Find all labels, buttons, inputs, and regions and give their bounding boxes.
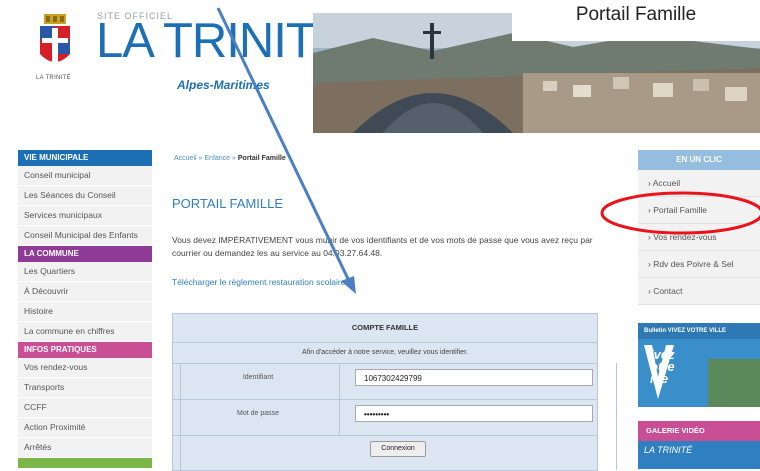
breadcrumb-separator: »: [198, 155, 203, 162]
form-border: [616, 363, 617, 470]
quicklink-rdv-poivre-sel[interactable]: › Rdv des Poivre & Sel: [638, 251, 760, 278]
menu-item-seances-conseil[interactable]: Les Séances du Conseil: [18, 186, 152, 206]
form-instruction: Afin d'accéder à notre service, veuillez…: [302, 349, 468, 356]
breadcrumb-enfance[interactable]: Enfance: [204, 155, 230, 162]
compte-famille-login-form: COMPTE FAMILLE Afin d'accéder à notre se…: [172, 313, 617, 471]
breadcrumb-current: Portail Famille: [237, 155, 286, 162]
banner-text: ivez otre ille: [650, 348, 675, 386]
portail-famille-overlay-label: Portail Famille: [512, 0, 760, 41]
breadcrumb-separator: »: [232, 155, 236, 162]
page-title: PORTAIL FAMILLE: [172, 196, 284, 211]
identifiant-input[interactable]: 1067302429799: [355, 369, 593, 386]
left-sidebar-menu: VIE MUNICIPALE Conseil municipal Les Séa…: [18, 150, 152, 468]
galerie-video-subtitle: LA TRINITÉ: [644, 445, 693, 455]
quicklink-accueil[interactable]: › Accueil: [638, 170, 760, 197]
menu-item-a-decouvrir[interactable]: À Découvrir: [18, 282, 152, 302]
quicklink-vos-rendez-vous[interactable]: › Vos rendez-vous: [638, 224, 760, 251]
menu-item-ccff[interactable]: CCFF: [18, 398, 152, 418]
menu-item-commune-chiffres[interactable]: La commune en chiffres: [18, 322, 152, 342]
menu-section-next-bar: [18, 458, 152, 468]
banner-line: ille: [650, 371, 669, 386]
form-title: COMPTE FAMILLE: [351, 323, 419, 332]
download-reglement-link[interactable]: Télécharger le règlement restauration sc…: [172, 277, 345, 287]
vivez-votre-ville-banner[interactable]: Bulletin VIVEZ VOTRE VILLE ivez otre ill…: [638, 323, 760, 407]
menu-section-infos-pratiques[interactable]: INFOS PRATIQUES: [18, 342, 152, 358]
connexion-button[interactable]: Connexion: [370, 441, 426, 457]
en-un-clic-title: EN UN CLIC: [638, 150, 760, 170]
crest-caption: LA TRINITÉ: [36, 75, 71, 81]
quicklink-contact[interactable]: › Contact: [638, 278, 760, 305]
password-label: Mot de passe: [236, 410, 280, 417]
menu-section-vie-municipale[interactable]: VIE MUNICIPALE: [18, 150, 152, 166]
intro-text: Vous devez IMPÉRATIVEMENT vous munir de …: [172, 235, 593, 258]
menu-item-histoire[interactable]: Histoire: [18, 302, 152, 322]
menu-item-services-municipaux[interactable]: Services municipaux: [18, 206, 152, 226]
form-divider: [173, 435, 597, 436]
quicklink-portail-famille[interactable]: › Portail Famille: [638, 197, 760, 224]
banner-title: Bulletin VIVEZ VOTRE VILLE: [638, 323, 760, 339]
form-border: [180, 363, 181, 470]
menu-item-action-proximite[interactable]: Action Proximité: [18, 418, 152, 438]
menu-item-quartiers[interactable]: Les Quartiers: [18, 262, 152, 282]
menu-item-conseil-enfants[interactable]: Conseil Municipal des Enfants: [18, 226, 152, 246]
password-input[interactable]: •••••••••: [355, 405, 593, 422]
breadcrumb-home[interactable]: Accueil: [174, 155, 197, 162]
menu-item-conseil-municipal[interactable]: Conseil municipal: [18, 166, 152, 186]
form-divider: [173, 399, 597, 400]
galerie-video-title: GALERIE VIDÉO: [638, 421, 760, 441]
menu-item-arretes[interactable]: Arrêtés: [18, 438, 152, 458]
breadcrumb: Accueil » Enfance » Portail Famille: [174, 155, 286, 162]
menu-section-la-commune[interactable]: LA COMMUNE: [18, 246, 152, 262]
identifiant-label: Identifiant: [242, 374, 274, 381]
banner-photo: [708, 359, 760, 407]
form-divider: [173, 363, 597, 364]
form-divider: [173, 342, 597, 343]
site-name-logo[interactable]: LA TRINITÉ: [96, 17, 348, 66]
menu-item-vos-rendez-vous[interactable]: Vos rendez-vous: [18, 358, 152, 378]
town-crest-logo[interactable]: [30, 14, 80, 74]
en-un-clic-panel: EN UN CLIC › Accueil › Portail Famille ›…: [638, 150, 760, 305]
site-subtitle: Alpes-Maritimes: [177, 78, 270, 92]
galerie-video-banner[interactable]: GALERIE VIDÉO LA TRINITÉ: [638, 421, 760, 469]
menu-item-transports[interactable]: Transports: [18, 378, 152, 398]
